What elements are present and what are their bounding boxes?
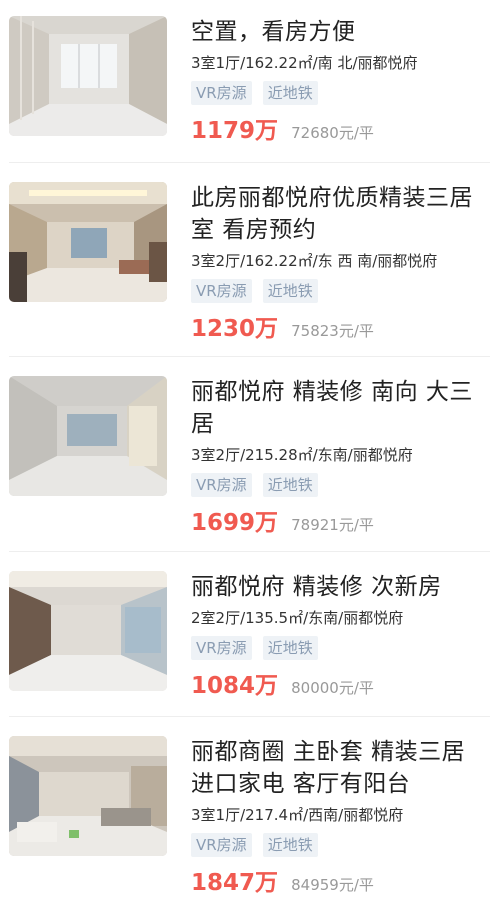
- unit-price: 84959元/平: [291, 876, 374, 894]
- tag-subway: 近地铁: [262, 636, 318, 660]
- listing-info: 丽都悦府 精装修 南向 大三居 3室2厅/215.28㎡/东南/丽都悦府 VR房…: [191, 376, 480, 536]
- total-price: 1179万: [191, 118, 279, 144]
- divider: [9, 356, 490, 357]
- unit-price: 72680元/平: [291, 124, 374, 142]
- listing-title[interactable]: 丽都商圈 主卧套 精装三居 进口家电 客厅有阳台: [191, 736, 480, 800]
- unit-price: 80000元/平: [291, 679, 374, 697]
- listing-tags: VR房源 近地铁: [191, 279, 480, 303]
- listing-meta: 3室2厅/215.28㎡/东南/丽都悦府: [191, 446, 413, 464]
- listing-meta: 2室2厅/135.5㎡/东南/丽都悦府: [191, 609, 404, 627]
- listing-tags: VR房源 近地铁: [191, 636, 480, 660]
- listing-title[interactable]: 此房丽都悦府优质精装三居室 看房预约: [191, 182, 480, 246]
- price-row: 1230万 75823元/平: [191, 309, 480, 342]
- tag-subway: 近地铁: [262, 833, 318, 857]
- listing-photo[interactable]: [9, 16, 167, 136]
- unit-price: 75823元/平: [291, 322, 374, 340]
- listing-meta: 3室1厅/217.4㎡/西南/丽都悦府: [191, 806, 404, 824]
- tag-vr: VR房源: [191, 636, 252, 660]
- listing-title[interactable]: 空置，看房方便: [191, 16, 480, 48]
- listing-meta: 3室1厅/162.22㎡/南 北/丽都悦府: [191, 54, 418, 72]
- divider: [9, 716, 490, 717]
- listing-tags: VR房源 近地铁: [191, 833, 480, 857]
- price-row: 1847万 84959元/平: [191, 863, 480, 896]
- divider: [9, 162, 490, 163]
- tag-vr: VR房源: [191, 473, 252, 497]
- total-price: 1230万: [191, 316, 279, 342]
- listing-photo[interactable]: [9, 571, 167, 691]
- listing-info: 丽都悦府 精装修 次新房 2室2厅/135.5㎡/东南/丽都悦府 VR房源 近地…: [191, 571, 480, 699]
- price-row: 1084万 80000元/平: [191, 666, 480, 699]
- tag-vr: VR房源: [191, 81, 252, 105]
- tag-vr: VR房源: [191, 279, 252, 303]
- price-row: 1699万 78921元/平: [191, 503, 480, 536]
- tag-subway: 近地铁: [262, 81, 318, 105]
- tag-subway: 近地铁: [262, 473, 318, 497]
- listing-title[interactable]: 丽都悦府 精装修 次新房: [191, 571, 480, 603]
- listing-tags: VR房源 近地铁: [191, 81, 480, 105]
- divider: [9, 551, 490, 552]
- total-price: 1084万: [191, 673, 279, 699]
- price-row: 1179万 72680元/平: [191, 111, 480, 144]
- unit-price: 78921元/平: [291, 516, 374, 534]
- listing-photo[interactable]: [9, 182, 167, 302]
- total-price: 1847万: [191, 870, 279, 896]
- tag-vr: VR房源: [191, 833, 252, 857]
- listing-photo[interactable]: [9, 736, 167, 856]
- listing-info: 空置，看房方便 3室1厅/162.22㎡/南 北/丽都悦府 VR房源 近地铁 1…: [191, 16, 480, 144]
- listing-tags: VR房源 近地铁: [191, 473, 480, 497]
- listing-info: 丽都商圈 主卧套 精装三居 进口家电 客厅有阳台 3室1厅/217.4㎡/西南/…: [191, 736, 480, 896]
- listing-title[interactable]: 丽都悦府 精装修 南向 大三居: [191, 376, 480, 440]
- listing-info: 此房丽都悦府优质精装三居室 看房预约 3室2厅/162.22㎡/东 西 南/丽都…: [191, 182, 480, 342]
- tag-subway: 近地铁: [262, 279, 318, 303]
- listing-list: 空置，看房方便 3室1厅/162.22㎡/南 北/丽都悦府 VR房源 近地铁 1…: [0, 0, 490, 898]
- listing-meta: 3室2厅/162.22㎡/东 西 南/丽都悦府: [191, 252, 438, 270]
- listing-photo[interactable]: [9, 376, 167, 496]
- total-price: 1699万: [191, 510, 279, 536]
